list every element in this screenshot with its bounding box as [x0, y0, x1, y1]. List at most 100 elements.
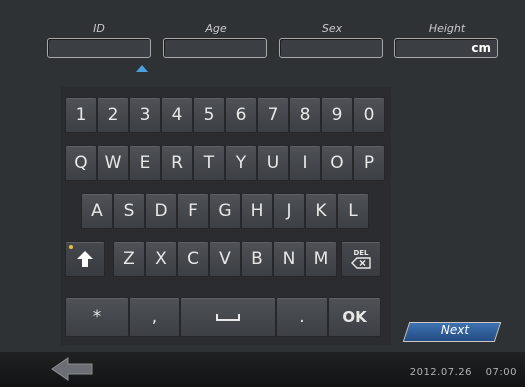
height-unit: cm	[471, 41, 491, 55]
next-button-label[interactable]: Next	[420, 323, 490, 337]
key-p[interactable]: P	[353, 145, 385, 181]
key-t[interactable]: T	[193, 145, 225, 181]
period-key[interactable]: .	[276, 297, 328, 337]
time-text: 07:00	[485, 367, 517, 378]
back-arrow-icon[interactable]	[50, 356, 94, 382]
active-field-indicator	[136, 65, 148, 72]
asterisk-key-label: *	[92, 307, 102, 327]
key-n[interactable]: N	[273, 241, 305, 277]
key-r-label: R	[171, 153, 183, 173]
key-r[interactable]: R	[161, 145, 193, 181]
sex-field[interactable]	[279, 38, 383, 58]
datetime: 2012.07.26 07:00	[410, 367, 517, 378]
field-label-age: Age	[205, 22, 227, 35]
height-field[interactable]: cm	[394, 38, 498, 58]
shift-key[interactable]	[65, 241, 105, 277]
key-l[interactable]: L	[337, 193, 369, 229]
key-y-label: Y	[235, 153, 247, 173]
key-s-label: S	[123, 201, 135, 221]
key-c-label: C	[187, 249, 199, 269]
key-i-label: I	[302, 153, 308, 173]
key-m-label: M	[313, 249, 329, 269]
key-2-label: 2	[107, 105, 119, 125]
comma-key[interactable]: ,	[129, 297, 180, 337]
key-0-label: 0	[363, 105, 375, 125]
field-label-height: Height	[428, 22, 466, 35]
key-g-label: G	[218, 201, 232, 221]
key-n-label: N	[282, 249, 296, 269]
key-j-label: J	[286, 201, 292, 221]
key-d[interactable]: D	[145, 193, 177, 229]
key-b[interactable]: B	[241, 241, 273, 277]
key-6[interactable]: 6	[225, 97, 257, 133]
key-m[interactable]: M	[305, 241, 337, 277]
ok-key[interactable]: OK	[328, 297, 381, 337]
key-a[interactable]: A	[81, 193, 113, 229]
key-3-label: 3	[139, 105, 151, 125]
key-z[interactable]: Z	[113, 241, 145, 277]
key-w-label: W	[104, 153, 122, 173]
key-l-label: L	[348, 201, 358, 221]
delete-label: DEL	[353, 249, 369, 257]
key-p-label: P	[363, 153, 375, 173]
key-0[interactable]: 0	[353, 97, 385, 133]
key-v[interactable]: V	[209, 241, 241, 277]
asterisk-key[interactable]: *	[65, 297, 129, 337]
key-4-label: 4	[171, 105, 183, 125]
key-u[interactable]: U	[257, 145, 289, 181]
key-o[interactable]: O	[321, 145, 353, 181]
delete-key[interactable]: DEL	[341, 241, 381, 277]
key-h-label: H	[250, 201, 264, 221]
key-j[interactable]: J	[273, 193, 305, 229]
field-label-sex: Sex	[321, 22, 343, 35]
date-text: 2012.07.26	[409, 367, 472, 378]
key-3[interactable]: 3	[129, 97, 161, 133]
key-e[interactable]: E	[129, 145, 161, 181]
backspace-icon	[351, 257, 371, 269]
key-b-label: B	[251, 249, 263, 269]
key-h[interactable]: H	[241, 193, 273, 229]
age-field[interactable]	[163, 38, 267, 58]
key-g[interactable]: G	[209, 193, 241, 229]
key-d-label: D	[154, 201, 168, 221]
key-k-label: K	[315, 201, 327, 221]
key-a-label: A	[91, 201, 103, 221]
key-7-label: 7	[267, 105, 279, 125]
shift-indicator-dot	[69, 245, 73, 249]
key-f[interactable]: F	[177, 193, 209, 229]
key-x[interactable]: X	[145, 241, 177, 277]
key-o-label: O	[330, 153, 344, 173]
key-6-label: 6	[235, 105, 247, 125]
key-t-label: T	[203, 153, 215, 173]
space-key[interactable]	[180, 297, 276, 337]
key-q[interactable]: Q	[65, 145, 97, 181]
key-x-label: X	[155, 249, 167, 269]
ok-key-label: OK	[342, 308, 367, 326]
key-5[interactable]: 5	[193, 97, 225, 133]
period-key-label: .	[299, 307, 305, 327]
key-9[interactable]: 9	[321, 97, 353, 133]
key-8[interactable]: 8	[289, 97, 321, 133]
key-s[interactable]: S	[113, 193, 145, 229]
key-5-label: 5	[203, 105, 215, 125]
key-w[interactable]: W	[97, 145, 129, 181]
key-c[interactable]: C	[177, 241, 209, 277]
key-e-label: E	[139, 153, 151, 173]
key-2[interactable]: 2	[97, 97, 129, 133]
key-y[interactable]: Y	[225, 145, 257, 181]
key-i[interactable]: I	[289, 145, 321, 181]
key-7[interactable]: 7	[257, 97, 289, 133]
key-k[interactable]: K	[305, 193, 337, 229]
comma-key-label: ,	[151, 307, 158, 327]
key-u-label: U	[266, 153, 280, 173]
id-field[interactable]	[47, 38, 151, 58]
key-f-label: F	[188, 201, 198, 221]
key-8-label: 8	[299, 105, 311, 125]
space-icon	[216, 314, 240, 321]
key-1[interactable]: 1	[65, 97, 97, 133]
key-9-label: 9	[331, 105, 343, 125]
key-4[interactable]: 4	[161, 97, 193, 133]
shift-arrow-icon	[77, 251, 93, 267]
key-1-label: 1	[75, 105, 87, 125]
key-v-label: V	[219, 249, 231, 269]
